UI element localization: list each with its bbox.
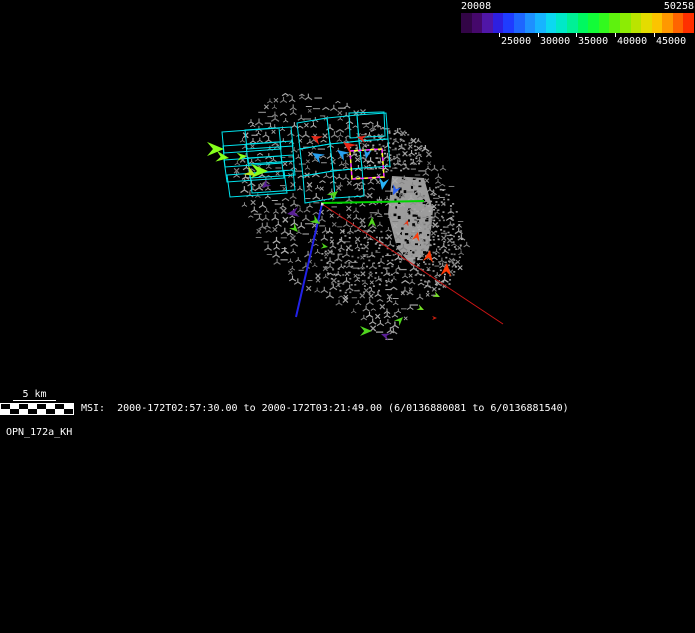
scalebar-label: 5 km bbox=[22, 389, 46, 400]
colorbar-tick-label: 30000 bbox=[540, 37, 570, 47]
shape-model-mesh bbox=[233, 94, 469, 340]
surface-marker bbox=[360, 326, 372, 336]
colorbar-gradient bbox=[461, 13, 694, 33]
axes-origin-dot bbox=[321, 203, 324, 206]
image-footprint[interactable] bbox=[246, 141, 294, 164]
surface-marker bbox=[368, 217, 376, 227]
status-line: MSI: 2000-172T02:57:30.00 to 2000-172T03… bbox=[81, 403, 569, 414]
surface-marker bbox=[321, 243, 329, 250]
colorbar-tick-label: 45000 bbox=[656, 37, 686, 47]
surface-marker bbox=[377, 177, 389, 191]
asteroid-3d-view[interactable] bbox=[0, 0, 695, 633]
colorbar-tick bbox=[538, 33, 539, 37]
viewport: 20008 50258 25000 30000 35000 40000 45000 5 … bbox=[0, 0, 695, 633]
image-footprint[interactable] bbox=[222, 128, 281, 153]
colorbar-tick-label: 25000 bbox=[501, 37, 531, 47]
colorbar-tick bbox=[499, 33, 500, 37]
surface-markers bbox=[207, 132, 452, 341]
scalebar-underline bbox=[13, 400, 56, 401]
colorbar-max-label: 50258 bbox=[664, 1, 694, 12]
image-footprint[interactable] bbox=[349, 112, 385, 138]
scalebar-checkerboard bbox=[0, 403, 74, 415]
colorbar-min-label: 20008 bbox=[461, 1, 491, 12]
colorbar-tick-label: 35000 bbox=[578, 37, 608, 47]
sequence-label: OPN_172a_KH bbox=[6, 427, 72, 438]
colorbar-tick bbox=[654, 33, 655, 37]
colorbar-tick bbox=[615, 33, 616, 37]
colorbar-tick-label: 40000 bbox=[617, 37, 647, 47]
colorbar-tick bbox=[576, 33, 577, 37]
surface-marker bbox=[432, 316, 437, 320]
